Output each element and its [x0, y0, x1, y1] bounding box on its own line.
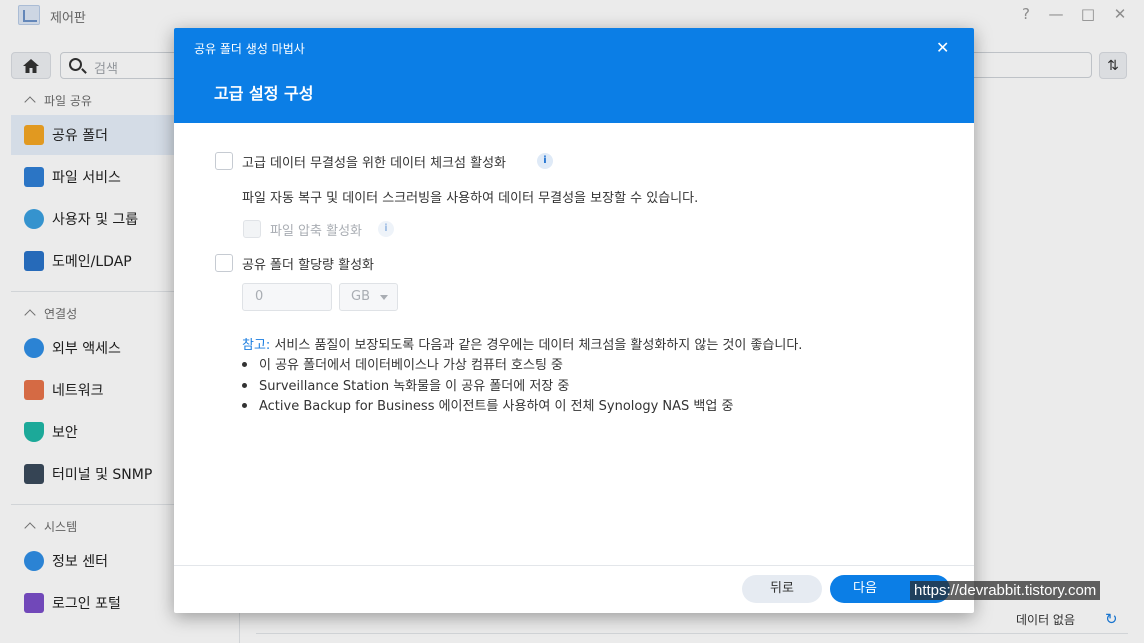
bullet-dot	[242, 362, 247, 367]
bullet-dot	[242, 383, 247, 388]
wizard-footer-divider	[174, 565, 974, 566]
note-bullet: 이 공유 폴더에서 데이터베이스나 가상 컴퓨터 호스팅 중	[242, 354, 563, 373]
chevron-down-icon	[380, 295, 388, 300]
compression-label: 파일 압축 활성화	[270, 224, 362, 239]
note-bullet: Active Backup for Business 에이전트를 사용하여 이 …	[242, 395, 733, 414]
quota-unit-value: GB	[351, 289, 370, 304]
bullet-dot	[242, 403, 247, 408]
wizard-step-title: 고급 설정 구성	[214, 84, 314, 103]
close-icon[interactable]: ✕	[936, 38, 949, 57]
wizard-header: 공유 폴더 생성 마법사 ✕ 고급 설정 구성	[174, 28, 974, 123]
create-shared-folder-wizard: 공유 폴더 생성 마법사 ✕ 고급 설정 구성 고급 데이터 무결성을 위한 데…	[174, 28, 974, 613]
quota-label: 공유 폴더 할당량 활성화	[242, 258, 374, 273]
info-icon[interactable]: i	[537, 153, 553, 169]
note-bullet: Surveillance Station 녹화물을 이 공유 폴더에 저장 중	[242, 375, 569, 394]
wizard-title: 공유 폴더 생성 마법사	[194, 42, 305, 56]
watermark: https://devrabbit.tistory.com	[910, 581, 1101, 600]
back-button[interactable]: 뒤로	[742, 575, 822, 603]
checksum-checkbox[interactable]	[215, 152, 233, 170]
checksum-description: 파일 자동 복구 및 데이터 스크러빙을 사용하여 데이터 무결성을 보장할 수…	[242, 191, 699, 206]
note-text: 서비스 품질이 보장되도록 다음과 같은 경우에는 데이터 체크섬을 활성화하지…	[270, 338, 803, 353]
info-icon[interactable]: i	[378, 221, 394, 237]
checksum-note: 참고: 서비스 품질이 보장되도록 다음과 같은 경우에는 데이터 체크섬을 활…	[242, 334, 802, 353]
note-prefix: 참고:	[242, 338, 271, 353]
quota-checkbox[interactable]	[215, 254, 233, 272]
checksum-label: 고급 데이터 무결성을 위한 데이터 체크섬 활성화	[242, 156, 506, 171]
compression-checkbox[interactable]	[243, 220, 261, 238]
quota-size-input[interactable]: 0	[242, 283, 332, 311]
quota-unit-select[interactable]: GB	[339, 283, 398, 311]
